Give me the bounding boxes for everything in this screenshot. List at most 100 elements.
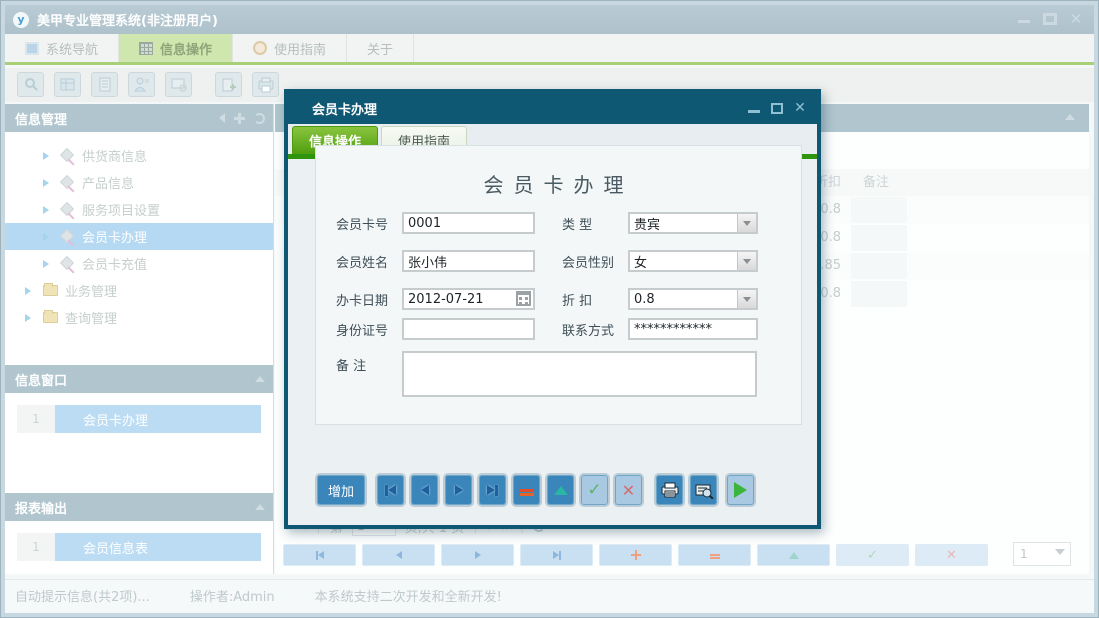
status-bar: 自动提示信息(共2项)... 操作者:Admin 本系统支持二次开发和全新开发! [5,579,1094,611]
page-size-select[interactable]: 1 [1013,542,1071,566]
x-icon: ✕ [946,548,957,563]
dropdown-button[interactable] [737,252,756,270]
tree-item-service-settings[interactable]: 服务项目设置 [5,196,273,223]
next-record-button[interactable] [441,544,514,566]
minimize-icon[interactable] [1016,12,1032,26]
add-button[interactable]: 增加 [315,473,367,507]
add-icon[interactable] [234,113,245,124]
search-button[interactable] [17,72,44,97]
id-no-input[interactable] [402,318,535,340]
last-record-button[interactable] [477,473,508,507]
cancel-button[interactable]: ✕ [915,544,988,566]
item-label: 会员信息表 [55,533,261,561]
card-no-label: 会员卡号 [336,214,402,233]
report-item[interactable]: 1 会员信息表 [17,533,261,561]
calendar-icon[interactable] [516,291,531,306]
folder-icon [43,312,58,323]
restore-icon[interactable] [1042,12,1058,26]
collapse-up-icon[interactable] [1065,114,1075,120]
delete-record-button[interactable] [678,544,751,566]
panel-header-info-mgmt: 信息管理 [5,104,273,132]
export-button[interactable] [215,72,242,97]
record-nav-bar: ✓ ✕ 1 [283,544,1085,568]
confirm-button[interactable]: ✓ [579,473,610,507]
tool-icon [61,203,75,217]
remark-label: 备 注 [336,355,402,374]
collapse-up-icon[interactable] [255,504,265,510]
app-logo-icon: y [13,12,29,28]
tree-item-card-recharge[interactable]: 会员卡充值 [5,250,273,277]
status-auto-tip: 自动提示信息(共2项)... [15,586,150,605]
tree-item-product-info[interactable]: 产品信息 [5,169,273,196]
status-operator: 操作者:Admin [190,586,275,605]
confirm-button[interactable]: ✓ [836,544,909,566]
print-preview-button[interactable] [688,473,719,507]
edit-button[interactable] [545,473,576,507]
remark-textarea[interactable] [402,351,757,397]
dropdown-button[interactable] [737,214,756,232]
printer-button[interactable] [252,72,279,97]
user-button[interactable] [128,72,155,97]
print-preview-icon [694,481,714,499]
document-button[interactable] [91,72,118,97]
tab-info-operation[interactable]: 信息操作 [119,34,233,62]
maximize-icon[interactable] [770,102,784,115]
triangle-up-icon [554,486,568,495]
name-input[interactable] [402,250,535,272]
dropdown-button[interactable] [737,290,756,308]
tab-system-nav[interactable]: 系统导航 [5,34,119,62]
date-picker[interactable] [402,288,535,310]
collapse-left-icon[interactable] [219,113,225,123]
prev-record-button[interactable] [362,544,435,566]
tree-item-business-mgmt[interactable]: 业务管理 [5,277,273,304]
prev-record-button[interactable] [409,473,440,507]
close-icon[interactable]: ✕ [1068,12,1084,26]
run-button[interactable] [725,473,756,507]
tab-label: 使用指南 [274,39,326,58]
next-record-icon [455,485,463,495]
date-label: 办卡日期 [336,290,402,309]
tree-item-query-mgmt[interactable]: 查询管理 [5,304,273,331]
delete-button[interactable] [511,473,542,507]
first-record-button[interactable] [283,544,356,566]
tree-item-label: 业务管理 [65,281,117,300]
panel-header-report-output: 报表输出 [5,493,273,521]
card-no-input[interactable] [402,212,535,234]
type-combo[interactable] [628,212,758,234]
gender-label: 会员性别 [562,252,628,271]
window-icon [25,42,39,55]
dialog-title-bar: 会员卡办理 ✕ [288,93,817,124]
gender-combo[interactable] [628,250,758,272]
close-icon[interactable]: ✕ [793,102,807,115]
column-header-note[interactable]: 备注 [855,169,915,196]
chevron-right-icon [25,314,35,322]
discount-combo[interactable] [628,288,758,310]
minimize-icon[interactable] [747,102,761,115]
chevron-right-icon [43,233,53,241]
tab-about[interactable]: 关于 [347,34,414,62]
tab-label: 关于 [367,39,393,58]
edit-record-button[interactable] [757,544,830,566]
info-window-item[interactable]: 1 会员卡办理 [17,405,261,433]
next-record-button[interactable] [443,473,474,507]
chevron-right-icon [43,179,53,187]
discount-label: 折 扣 [562,290,628,309]
refresh-icon[interactable] [254,113,265,124]
cancel-button[interactable]: ✕ [613,473,644,507]
contact-input[interactable] [628,318,758,340]
last-record-button[interactable] [520,544,593,566]
id-no-label: 身份证号 [336,320,402,339]
contact-label: 联系方式 [562,320,628,339]
form-button[interactable] [54,72,81,97]
next-record-icon [475,551,481,559]
add-record-button[interactable] [599,544,672,566]
monitor-button[interactable] [165,72,192,97]
tree-item-member-card[interactable]: 会员卡办理 [5,223,273,250]
tree-item-supplier-info[interactable]: 供货商信息 [5,142,273,169]
tab-user-guide[interactable]: 使用指南 [233,34,347,62]
print-button[interactable] [654,473,685,507]
collapse-up-icon[interactable] [255,376,265,382]
first-record-button[interactable] [375,473,406,507]
panel-header-info-window: 信息窗口 [5,365,273,393]
title-bar: y 美甲专业管理系统(非注册用户) ✕ [5,5,1094,34]
